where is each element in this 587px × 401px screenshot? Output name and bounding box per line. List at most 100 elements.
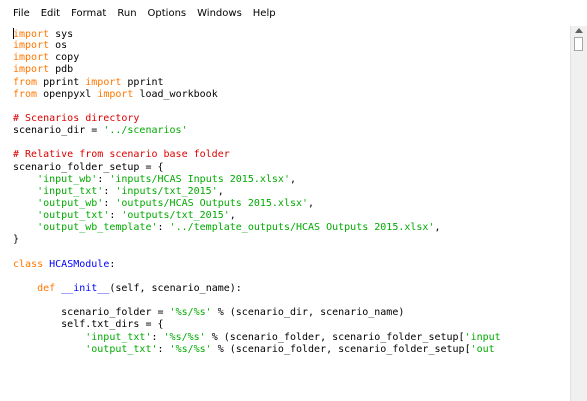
code-line: # Relative from scenario base folder bbox=[13, 149, 570, 161]
menu-run[interactable]: Run bbox=[117, 8, 136, 19]
code-token: class bbox=[13, 258, 44, 270]
code-line: 'input_txt': '%s/%s' % (scenario_folder,… bbox=[13, 332, 570, 344]
code-token: sys bbox=[49, 29, 74, 40]
code-token: import bbox=[13, 52, 50, 64]
code-token: pprint bbox=[121, 76, 164, 88]
code-token: from bbox=[13, 88, 38, 100]
code-token: , bbox=[308, 197, 315, 209]
scroll-thumb[interactable] bbox=[574, 37, 583, 51]
menu-help[interactable]: Help bbox=[253, 8, 276, 19]
code-line: 'output_wb_template': '../template_outpu… bbox=[13, 222, 570, 234]
code-line: 'output_txt': '%s/%s' % (scenario_folder… bbox=[13, 344, 570, 356]
code-line: 'input_wb': 'inputs/HCAS Inputs 2015.xls… bbox=[13, 174, 570, 186]
code-token: : bbox=[109, 210, 122, 222]
code-line: from pprint import pprint bbox=[13, 77, 570, 89]
code-token: scenario_dir = bbox=[13, 125, 104, 137]
vertical-scrollbar[interactable] bbox=[570, 26, 587, 401]
code-token: 'outputs/HCAS Outputs 2015.xlsx' bbox=[115, 197, 309, 209]
code-editor[interactable]: import sys import os import copy import pdb… bbox=[0, 26, 570, 401]
code-token: def bbox=[37, 282, 56, 294]
code-line: scenario_dir = '../scenarios' bbox=[13, 125, 570, 137]
code-token: 'input_wb' bbox=[37, 173, 98, 185]
code-line: import copy bbox=[13, 52, 570, 64]
menu-format[interactable]: Format bbox=[71, 8, 106, 19]
code-token: 'input bbox=[464, 331, 501, 343]
code-token: 'output_txt' bbox=[85, 343, 158, 355]
code-line: self.txt_dirs = { bbox=[13, 319, 570, 331]
code-token: openpyxl bbox=[37, 88, 98, 100]
code-token: __init__ bbox=[61, 282, 110, 294]
code-token: % (scenario_folder, scenario_folder_setu… bbox=[205, 331, 465, 343]
code-token: os bbox=[49, 40, 68, 52]
code-token: import bbox=[13, 29, 50, 40]
code-token: pprint bbox=[37, 76, 86, 88]
code-token: : bbox=[109, 258, 116, 270]
code-token: 'inputs/HCAS Inputs 2015.xlsx' bbox=[109, 173, 290, 185]
code-line: scenario_folder_setup = { bbox=[13, 162, 570, 174]
code-line: import os bbox=[13, 40, 570, 52]
code-token: from bbox=[13, 76, 38, 88]
code-token: '%s/%s' bbox=[169, 343, 212, 355]
menu-options[interactable]: Options bbox=[148, 8, 187, 19]
code-line: import sys bbox=[13, 28, 570, 40]
code-token: import bbox=[13, 40, 50, 52]
code-token: # Scenarios directory bbox=[13, 112, 140, 124]
code-token: : bbox=[97, 173, 110, 185]
code-line: from openpyxl import load_workbook bbox=[13, 89, 570, 101]
menu-windows[interactable]: Windows bbox=[197, 8, 242, 19]
code-token: , bbox=[289, 173, 297, 185]
code-token: 'input_txt' bbox=[37, 185, 104, 197]
code-token: : bbox=[103, 197, 116, 209]
code-token: import bbox=[85, 76, 122, 88]
code-token: 'inputs/txt_2015' bbox=[115, 185, 218, 197]
code-token: 'out bbox=[470, 343, 495, 355]
code-line: 'output_wb': 'outputs/HCAS Outputs 2015.… bbox=[13, 198, 570, 210]
menu-edit[interactable]: Edit bbox=[41, 8, 60, 19]
code-token: 'output_txt' bbox=[37, 210, 110, 222]
code-token: HCASModule bbox=[49, 258, 110, 270]
code-token: load_workbook bbox=[133, 88, 218, 100]
code-text[interactable]: import sys import os import copy import pdb… bbox=[0, 26, 570, 356]
code-token: 'outputs/txt_2015' bbox=[121, 210, 230, 222]
code-token: # Relative from scenario base folder bbox=[13, 149, 230, 161]
code-token: '../template_outputs/HCAS Outputs 2015.x… bbox=[169, 222, 435, 234]
code-token: , bbox=[229, 210, 236, 222]
code-line: scenario_folder = '%s/%s' % (scenario_di… bbox=[13, 307, 570, 319]
code-line: 'output_txt': 'outputs/txt_2015', bbox=[13, 210, 570, 222]
code-line: class HCASModule: bbox=[13, 259, 570, 271]
code-token: } bbox=[13, 234, 20, 246]
scroll-up-arrow-icon[interactable] bbox=[575, 28, 583, 33]
code-token: : bbox=[157, 222, 170, 234]
code-line: } bbox=[13, 234, 570, 246]
code-token: , bbox=[434, 222, 441, 234]
code-token: , bbox=[217, 185, 224, 197]
code-token: 'input_txt' bbox=[85, 331, 152, 343]
code-line: import pdb bbox=[13, 64, 570, 76]
code-token: : bbox=[157, 343, 170, 355]
code-token: : bbox=[151, 331, 164, 343]
code-token: 'output_wb_template' bbox=[37, 222, 158, 234]
code-token: import bbox=[13, 64, 50, 76]
code-token: '%s/%s' bbox=[163, 331, 206, 343]
code-token: copy bbox=[49, 52, 80, 64]
menu-file[interactable]: File bbox=[13, 8, 30, 19]
code-token: % (scenario_dir, scenario_name) bbox=[211, 307, 405, 319]
code-token: scenario_folder_setup = { bbox=[13, 161, 164, 173]
code-line: # Scenarios directory bbox=[13, 113, 570, 125]
code-token: (self, scenario_name): bbox=[109, 282, 242, 294]
code-token: scenario_folder = bbox=[13, 307, 170, 319]
code-token: '../scenarios' bbox=[103, 125, 188, 137]
